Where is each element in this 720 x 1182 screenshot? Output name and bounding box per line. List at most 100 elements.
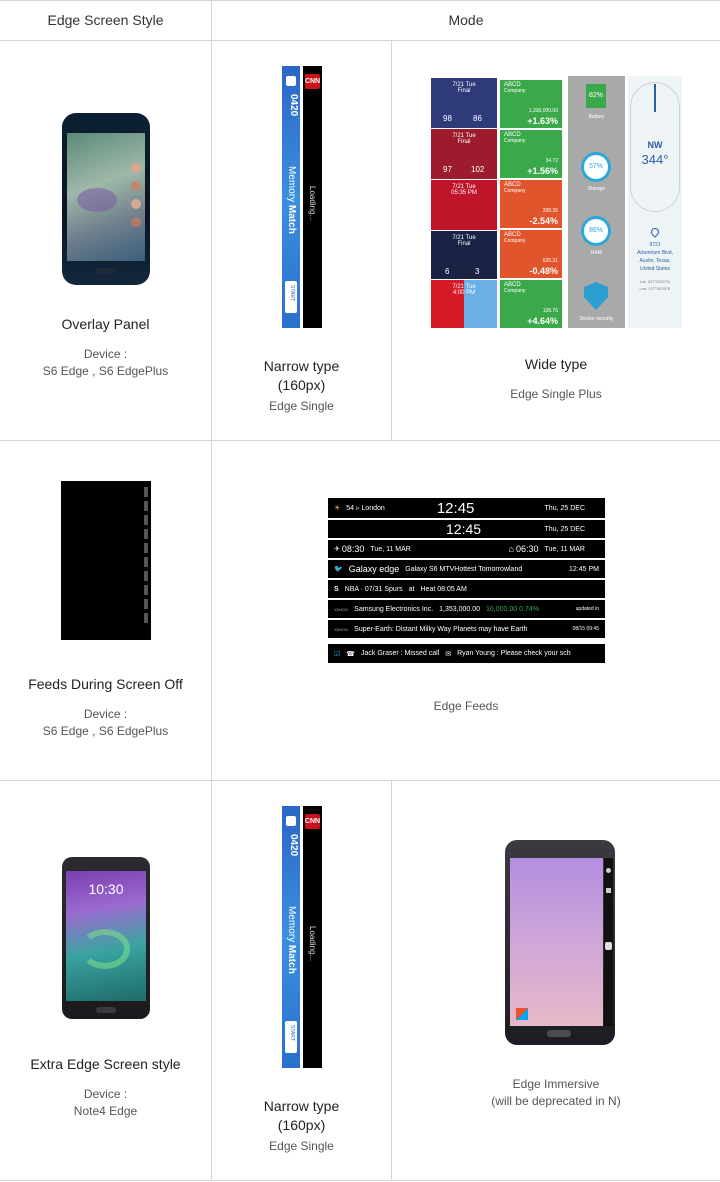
loading-text: Loading... (308, 926, 317, 962)
airplane-icon: ✈ (334, 546, 340, 553)
extra-edge-title: Extra Edge Screen style (30, 1056, 181, 1072)
edge-feeds-label: Edge Feeds (433, 699, 499, 713)
cnn-logo-icon: CNN (305, 814, 320, 829)
compass-needle-icon (654, 84, 656, 112)
narrow-type-size: (160px) (277, 377, 326, 393)
feed-sports-row: S NBA · 07/31 Spurs at Heat 08:05 AM (328, 580, 605, 598)
compass-column: NW 344° 9721 Arboretum Blvd, Austin, Tex… (628, 76, 682, 328)
edge-side-panel (604, 858, 613, 1026)
battery-icon: 82% (586, 84, 606, 108)
note4-clock: 10:30 (88, 881, 124, 897)
checkbox-icon: ☑ (334, 650, 341, 658)
home-button (96, 268, 116, 274)
match-title: Match (286, 204, 297, 234)
game-icon (286, 76, 296, 86)
location-pin-icon (649, 226, 661, 238)
column-divider (211, 0, 212, 1181)
feed-news-row: YAHOO Super-Earth: Distant Milky Way Pla… (328, 620, 605, 638)
cnn-strip: CNN Loading... (303, 806, 322, 1068)
storage-ring: 57% (581, 152, 611, 182)
edge-screen-table: Edge Screen Style Mode Overlay Panel Dev… (0, 0, 720, 1182)
home-button (547, 1030, 571, 1037)
game-icon (286, 816, 296, 826)
row-divider-1 (0, 440, 720, 441)
feed-world-clock-row: ✈ 08:30 Tue, 11 MAR ⌂ 06:30 Tue, 11 MAR (328, 540, 605, 558)
device-status-column: 82% Battery 57% Storage 86% RAM Device s… (568, 76, 625, 328)
message-icon: ✉ (445, 650, 452, 658)
start-label: START (289, 285, 295, 301)
note4-edge-phone-image: 10:30 (62, 857, 150, 1019)
device-label: Device : (83, 347, 128, 361)
stocks-column: ABCD Company 1,330,000.00 +1.63% ABCD Co… (500, 76, 565, 328)
edge-immersive-phone-image (505, 840, 615, 1045)
wide-type-device: Edge Single Plus (510, 387, 602, 401)
memory-match-strip: 0420 Memory Match START (282, 66, 300, 328)
sports-tile-2: 7/21 Tue Final 97 102 (431, 129, 497, 179)
edge-immersive-note: (will be deprecated in N) (491, 1094, 621, 1108)
home-icon: ⌂ (508, 544, 514, 554)
wide-type-image: 7/21 Tue Final 98 86 7/21 Tue Final 97 1… (431, 76, 682, 328)
memory-title: Memory (286, 166, 297, 203)
shield-icon (584, 282, 608, 310)
narrow-type-size-2: (160px) (277, 1117, 326, 1133)
feed-stock-row: YAHOO Samsung Electronics Inc. 1,353,000… (328, 600, 605, 618)
compass-degrees: 344° (641, 152, 669, 167)
security-label: Device security (579, 316, 614, 322)
start-button[interactable]: START (285, 1021, 297, 1053)
strip-number: 0420 (288, 834, 299, 857)
app-icon (516, 1008, 528, 1020)
sports-tile-3: 7/21 Tue 05:35 PM (431, 180, 497, 230)
home-button (96, 1007, 116, 1013)
wide-type-title: Wide type (524, 356, 588, 372)
sports-tile-5: 7/21 Tue 4:00 PM (431, 280, 497, 328)
device-label: Device : (83, 707, 128, 721)
row-divider-2 (0, 780, 720, 781)
mode-divider-row3 (391, 780, 392, 1180)
start-button[interactable]: START (285, 281, 297, 313)
header-mode: Mode (448, 12, 484, 28)
table-border-bottom (0, 1180, 720, 1181)
note4-screen: 10:30 (66, 871, 146, 1001)
s6-edge-phone-image (62, 113, 150, 285)
feeds-screen-off-title: Feeds During Screen Off (28, 676, 183, 692)
feed-notification-row: ☑ ☎ Jack Graser : Missed call ✉ Ryan You… (328, 644, 605, 663)
narrow-type-image: 0420 Memory Match START CNN Loading... (282, 66, 322, 328)
sports-tile-1: 7/21 Tue Final 98 86 (431, 78, 497, 128)
device-label: Device : (83, 1087, 128, 1101)
settings-icon (606, 868, 611, 873)
s6-edge-screen (67, 133, 145, 261)
compass-direction: NW (647, 140, 663, 150)
sports-column: 7/21 Tue Final 98 86 7/21 Tue Final 97 1… (431, 76, 497, 328)
ram-ring: 86% (581, 216, 611, 246)
missed-call-icon: ☎ (346, 650, 356, 658)
edge-feeds-image: ☀ 54 ▹ London 12:45 Thu, 25 DEC 12:45 Th… (328, 498, 605, 663)
news-logo-icon: YAHOO (334, 626, 349, 632)
sports-tile-4: 7/21 Tue Final 6 3 (431, 231, 497, 279)
pen-icon (606, 888, 611, 893)
narrow-type-title: Narrow type (263, 358, 340, 374)
memory-title: Memory (286, 906, 297, 943)
narrow-type-device: Edge Single (269, 399, 334, 413)
feed-clock-row: 12:45 Thu, 25 DEC (328, 520, 605, 538)
match-title: Match (286, 944, 297, 974)
header-divider (0, 40, 720, 41)
stock-tile-2: ABCD Company 34.72 +1.56% (500, 130, 562, 178)
start-label: START (289, 1025, 295, 1041)
immersive-screen (510, 858, 603, 1026)
device-value: S6 Edge , S6 EdgePlus (42, 724, 169, 738)
mode-divider-row1 (391, 40, 392, 440)
screen-off-feed-image (61, 481, 151, 640)
stock-tile-1: ABCD Company 1,330,000.00 +1.63% (500, 80, 562, 128)
overlay-panel-title: Overlay Panel (61, 316, 150, 332)
narrow-type-image-2: 0420 Memory Match START CNN Loading... (282, 806, 322, 1068)
feed-weather-row: ☀ 54 ▹ London 12:45 Thu, 25 DEC (328, 498, 605, 518)
device-value: Note4 Edge (73, 1104, 138, 1118)
cnn-strip: CNN Loading... (303, 66, 322, 328)
twitter-icon: 🐦 (334, 566, 343, 573)
camera-icon[interactable] (605, 942, 612, 950)
battery-label: Battery (588, 114, 605, 120)
stock-tile-4: ABCD Company 625.31 -0.48% (500, 230, 562, 278)
device-value: S6 Edge , S6 EdgePlus (42, 364, 169, 378)
feed-twitter-row: 🐦 Galaxy edge Galaxy S6 MTVHottest Tomor… (328, 560, 605, 578)
stock-tile-3: ABCD Company 208.35 -2.54% (500, 180, 562, 228)
